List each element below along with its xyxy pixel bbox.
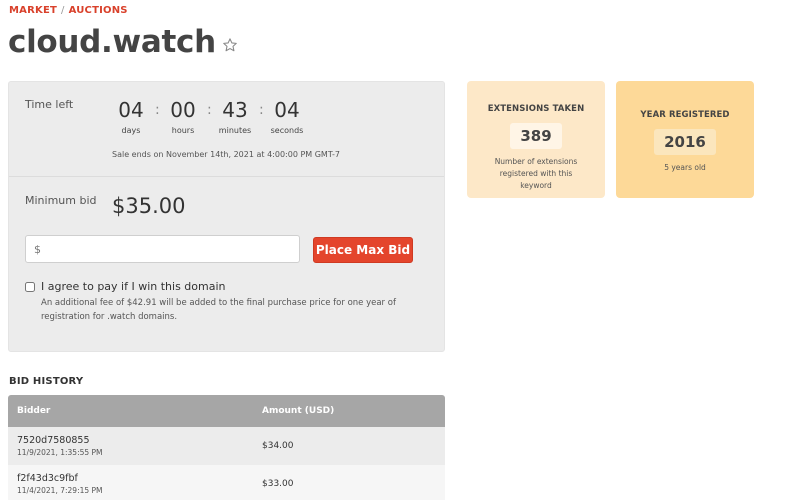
extensions-taken-value: 389 <box>510 123 562 149</box>
countdown-separator: : <box>207 102 212 118</box>
countdown-hours-value: 00 <box>170 98 196 122</box>
year-registered-card: YEAR REGISTERED 2016 5 years old <box>616 81 754 198</box>
bidder-id: f2f43d3c9fbf <box>17 473 78 484</box>
countdown-seconds-value: 04 <box>274 98 300 122</box>
countdown-hours: 00 hours <box>163 98 203 135</box>
place-max-bid-button[interactable]: Place Max Bid <box>313 237 413 263</box>
year-registered-title: YEAR REGISTERED <box>640 110 730 120</box>
bidder-cell: f2f43d3c9fbf 11/4/2021, 7:29:15 PM <box>8 473 262 495</box>
bid-amount: $34.00 <box>262 441 294 451</box>
sale-ends-text: Sale ends on November 14th, 2021 at 4:00… <box>112 150 340 159</box>
column-header-amount: Amount (USD) <box>262 406 335 416</box>
countdown-days-label: days <box>121 126 141 135</box>
bid-history-table: Bidder Amount (USD) 7520d7580855 11/9/20… <box>8 395 445 500</box>
star-outline-icon[interactable] <box>222 37 238 53</box>
agree-label: I agree to pay if I win this domain <box>41 280 226 293</box>
breadcrumb-separator: / <box>61 5 65 16</box>
year-registered-caption: 5 years old <box>664 163 706 172</box>
countdown-hours-label: hours <box>171 126 195 135</box>
time-left-label: Time left <box>25 98 74 111</box>
minimum-bid-value: $35.00 <box>112 194 186 218</box>
title-row: cloud.watch <box>8 24 238 60</box>
countdown-separator: : <box>259 102 264 118</box>
countdown-seconds-label: seconds <box>270 126 304 135</box>
breadcrumb: MARKET / AUCTIONS <box>9 5 128 16</box>
bid-history-title: BID HISTORY <box>9 376 84 387</box>
countdown-days: 04 days <box>111 98 151 135</box>
bidder-id: 7520d7580855 <box>17 435 90 446</box>
minimum-bid-label: Minimum bid <box>25 194 97 207</box>
countdown-section: Time left 04 days : 00 hours : 43 minute… <box>9 82 444 177</box>
breadcrumb-auctions-link[interactable]: AUCTIONS <box>69 5 128 16</box>
table-row: 7520d7580855 11/9/2021, 1:35:55 PM $34.0… <box>8 427 445 465</box>
table-header: Bidder Amount (USD) <box>8 395 445 427</box>
page-title: cloud.watch <box>8 24 216 60</box>
extensions-taken-card: EXTENSIONS TAKEN 389 Number of extension… <box>467 81 605 198</box>
agree-checkbox[interactable] <box>25 281 35 292</box>
extensions-taken-caption: Number of extensions registered with thi… <box>494 157 578 190</box>
auction-panel: Time left 04 days : 00 hours : 43 minute… <box>8 81 445 352</box>
table-row: f2f43d3c9fbf 11/4/2021, 7:29:15 PM $33.0… <box>8 465 445 500</box>
breadcrumb-market-link[interactable]: MARKET <box>9 5 57 16</box>
bid-amount-input[interactable] <box>25 235 300 263</box>
extensions-taken-title: EXTENSIONS TAKEN <box>487 104 585 114</box>
bid-amount: $33.00 <box>262 479 294 489</box>
countdown-days-value: 04 <box>118 98 144 122</box>
year-registered-value: 2016 <box>654 129 716 155</box>
bid-timestamp: 11/4/2021, 7:29:15 PM <box>17 486 103 495</box>
column-header-bidder: Bidder <box>17 406 51 416</box>
countdown-separator: : <box>155 102 160 118</box>
countdown-timer: 04 days : 00 hours : 43 minutes : 04 sec… <box>111 98 311 135</box>
countdown-seconds: 04 seconds <box>267 98 307 135</box>
fee-note: An additional fee of $42.91 will be adde… <box>41 298 396 322</box>
countdown-minutes-label: minutes <box>218 126 252 135</box>
bidder-cell: 7520d7580855 11/9/2021, 1:35:55 PM <box>8 435 262 457</box>
agree-row[interactable]: I agree to pay if I win this domain <box>25 280 226 293</box>
countdown-minutes-value: 43 <box>222 98 248 122</box>
countdown-minutes: 43 minutes <box>215 98 255 135</box>
bid-timestamp: 11/9/2021, 1:35:55 PM <box>17 448 103 457</box>
